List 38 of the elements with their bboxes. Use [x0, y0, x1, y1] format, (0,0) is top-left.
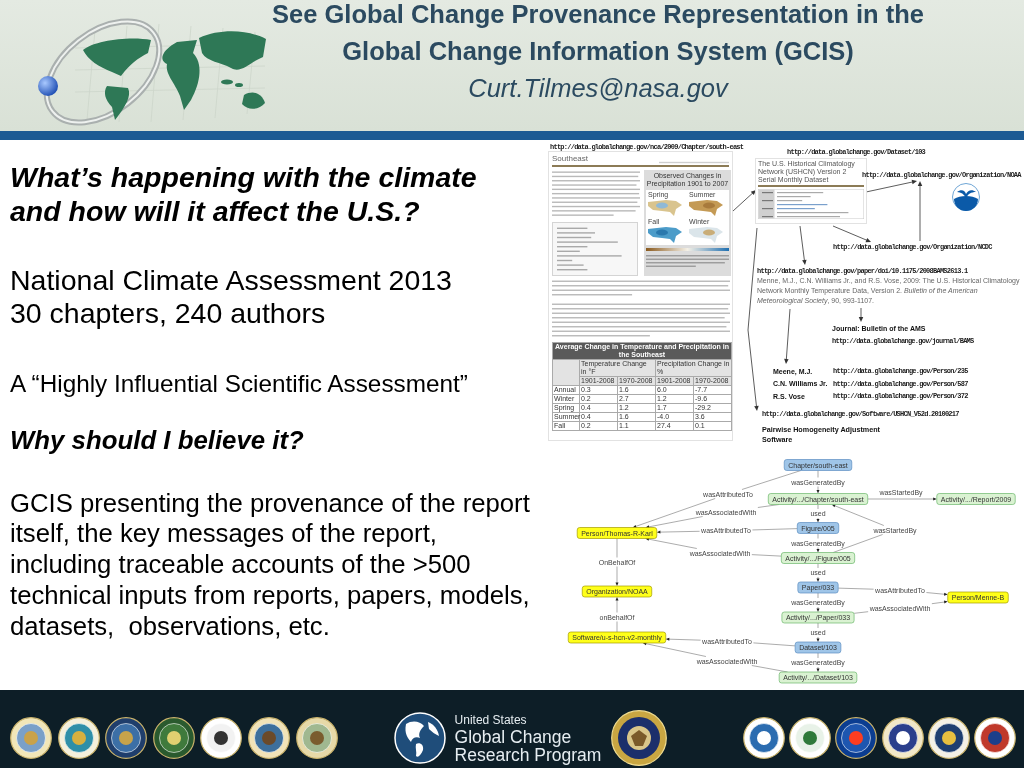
seal-icon — [927, 717, 970, 759]
precipitation-map — [648, 225, 682, 243]
seal-icon — [152, 717, 195, 759]
program-name: Global Change — [454, 727, 573, 746]
precipitation-map — [689, 198, 723, 216]
globe-icon — [393, 712, 446, 764]
edge-arrow — [867, 497, 937, 501]
connector-arrow — [784, 308, 791, 364]
question-heading: What’s happening with the climate and how will it affect the U.S.? — [10, 160, 478, 228]
seal-icon — [247, 717, 290, 759]
connector-arrow — [858, 307, 864, 322]
report-title: National Climate Assessment 2013 — [10, 263, 453, 297]
author-email: Curt.Tilmes@nasa.gov — [467, 73, 730, 104]
slide-title: See Global Change Provenance Representation in the Global Change Information System (GCIS) — [271, 0, 925, 67]
program-name: United States — [454, 712, 528, 728]
seal-icon — [974, 717, 1016, 759]
seal-icon — [835, 717, 878, 759]
assessment-label: A “Highly Influential Scientific Assessment” — [10, 369, 469, 399]
page-title: Southeast — [552, 154, 589, 164]
connector-arrow — [799, 225, 807, 265]
seal-icon — [881, 717, 924, 759]
connector-arrow — [732, 190, 756, 212]
seal-icon — [789, 717, 832, 759]
body-paragraph: GCIS presenting the provenance of the report itself, the key messages of the report, including traceable accounts of the >500 technical inputs from reports, papers, models, datasets, observations, etc. — [10, 487, 531, 642]
precipitation-map — [689, 225, 723, 243]
caption-lines-drawing — [659, 161, 729, 164]
seal-icon — [743, 717, 786, 759]
seal-icon — [200, 717, 243, 759]
seal-icon — [57, 717, 100, 759]
connector-arrow — [832, 225, 871, 243]
round-logo-icon — [952, 183, 980, 211]
seal-icon — [10, 717, 52, 759]
precipitation-map — [648, 198, 682, 216]
seal-icon — [611, 710, 668, 766]
report-stats: 30 chapters, 240 authors — [10, 296, 327, 330]
seal-icon — [105, 717, 148, 759]
seal-icon — [295, 717, 338, 759]
question-heading: Why should I believe it? — [10, 425, 305, 455]
